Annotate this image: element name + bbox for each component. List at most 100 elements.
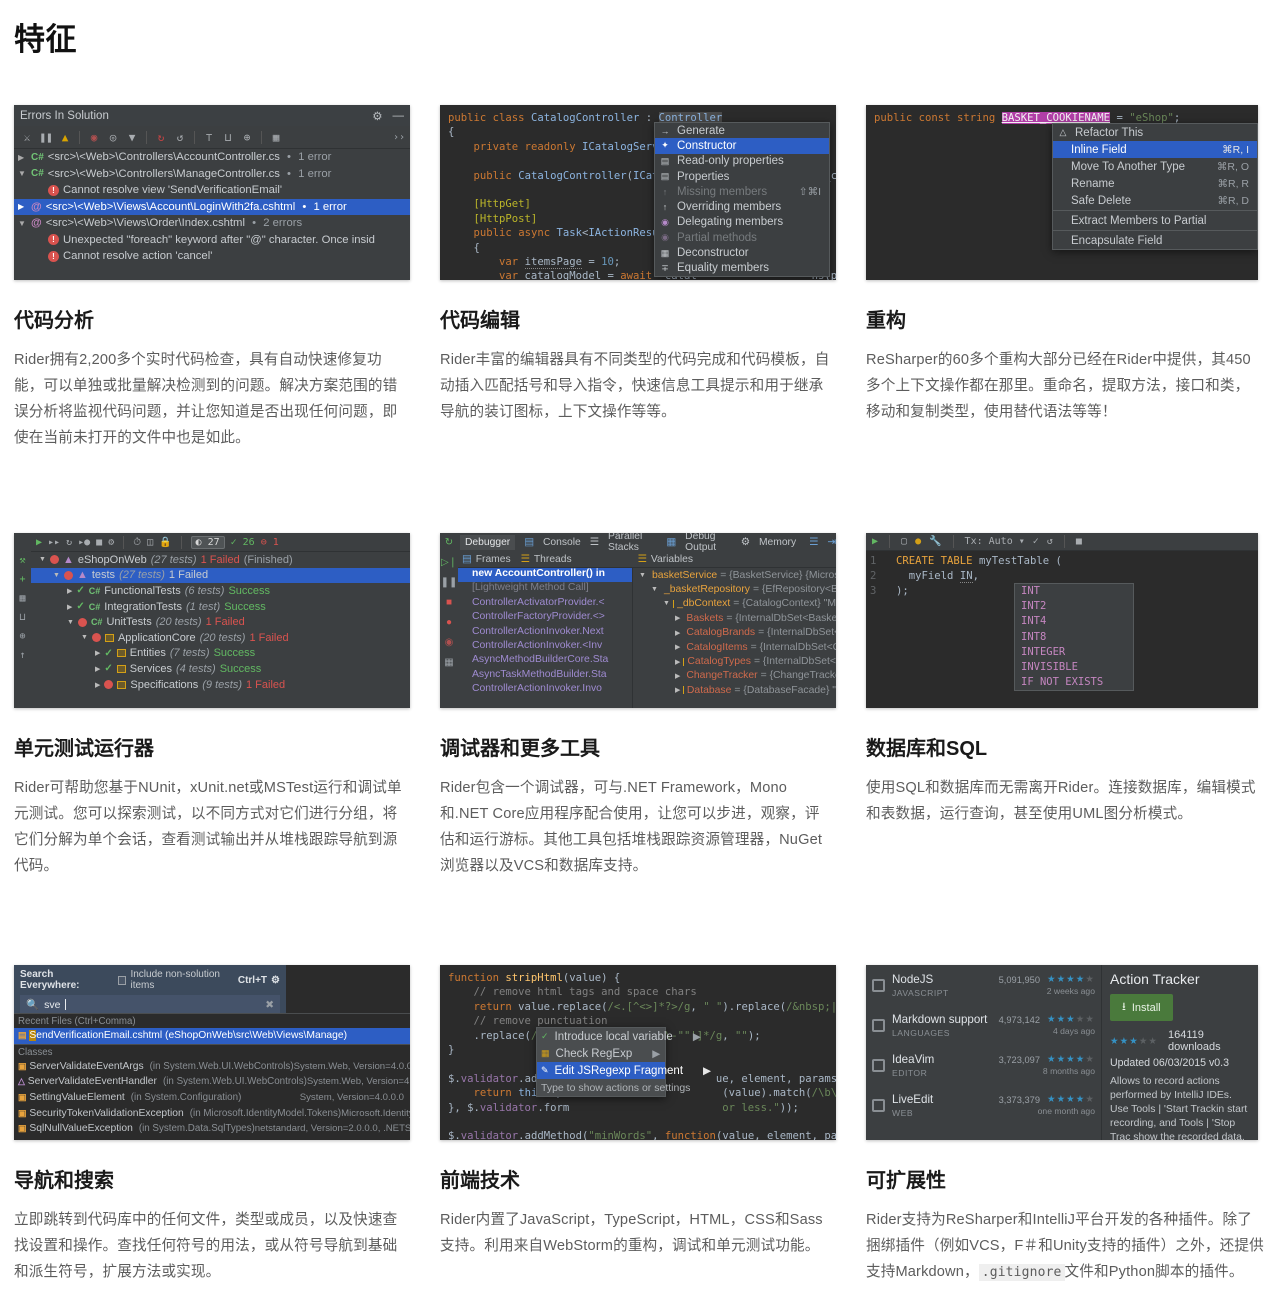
menu-item-properties[interactable]: ▤ Properties [655, 169, 829, 184]
sql-completion-popup[interactable]: INT INT2 INT4 INT8 INTEGER INVISIBLE IF … [1014, 583, 1134, 692]
refresh-alt-icon[interactable]: ↺ [172, 129, 188, 145]
expand-all-icon[interactable]: ⊔ [19, 612, 25, 623]
subtab-frames[interactable]: Frames [476, 554, 511, 565]
lock-icon[interactable]: 🔒 [159, 537, 171, 548]
collapse-triangle-icon[interactable]: ▼ [53, 572, 60, 579]
wrench-icon[interactable]: 🔧 [929, 536, 941, 547]
minimize-icon[interactable]: — [393, 110, 405, 122]
expand-triangle-icon[interactable]: ▶ [95, 665, 100, 673]
collapse-triangle-icon[interactable]: ▼ [39, 556, 46, 563]
rerun-icon[interactable]: ↻ [445, 537, 453, 548]
filter-icon[interactable]: ▼ [124, 129, 140, 145]
intention-actions-menu[interactable]: ✓ Introduce local variable ▶ ▦ Check RegExp… [536, 1027, 711, 1097]
error-row[interactable]: ▶ C# <src>\<Web>\Controllers\AccountCont… [14, 149, 410, 166]
gear-icon[interactable]: ⚙ [372, 109, 382, 123]
expand-triangle-icon[interactable]: ▶ [675, 629, 680, 637]
frame-row[interactable]: ControllerActionInvoker.<Inv [458, 640, 632, 654]
stop-icon[interactable]: ■ [1076, 536, 1082, 547]
run-icon[interactable]: ▶ [36, 537, 42, 548]
error-row[interactable]: ▼ @ <src>\<Web>\Views\Order\Index.cshtml… [14, 215, 410, 232]
refactor-context-menu[interactable]: △ Refactor This Inline Field ⌘R, I Move To… [1052, 123, 1258, 250]
collapse-triangle-icon[interactable]: ▼ [67, 619, 74, 626]
expand-triangle-icon[interactable]: ▶ [18, 153, 27, 162]
expand-triangle-icon[interactable]: ▶ [675, 658, 680, 666]
test-tree-row[interactable]: ▶ ✓ Services (4 tests) Success [31, 661, 410, 677]
error-detail-row[interactable]: ! Unexpected "foreach" keyword after "@"… [14, 232, 410, 249]
frame-row[interactable]: ControllerActionInvoker.Next [458, 626, 632, 640]
collapse-all-icon[interactable]: ⊕ [239, 129, 255, 145]
refresh-icon[interactable]: ↻ [153, 129, 169, 145]
menu-item-overriding-members[interactable]: ↑ Overriding members [655, 199, 829, 214]
tab-console[interactable]: Console [543, 537, 581, 548]
stop-icon[interactable]: ■ [446, 597, 452, 608]
variable-row[interactable]: ▶ Database = {DatabaseFacade} " [633, 683, 836, 697]
commit-icon[interactable]: ✓ [1033, 536, 1039, 547]
search-result-class[interactable]: ▣ SqlNullValueException (in System.Data.S… [14, 1121, 410, 1137]
completion-item[interactable]: INT [1015, 584, 1133, 599]
stop-icon[interactable]: ■ [96, 537, 102, 548]
variable-row[interactable]: ▼ _dbContext = {CatalogContext} "M [633, 597, 836, 611]
execute-icon[interactable]: ▶ [872, 536, 878, 547]
tab-memory[interactable]: Memory [759, 537, 796, 548]
frame-row[interactable]: ControllerActionInvoker.Invo [458, 683, 632, 697]
completion-item[interactable]: INT2 [1015, 599, 1133, 614]
arrow-up-icon[interactable]: ↑ [19, 650, 25, 661]
expand-triangle-icon[interactable]: ▶ [18, 202, 27, 211]
gear-icon[interactable]: ⚙ [271, 975, 280, 986]
collapse-triangle-icon[interactable]: ▼ [651, 586, 658, 593]
add-icon[interactable]: + [19, 574, 25, 585]
no-eye-icon[interactable]: ◉ [86, 129, 102, 145]
test-tree-row-selected[interactable]: ▼ ▲ tests (27 tests) 1 Failed [31, 567, 410, 584]
menu-item-partial-methods[interactable]: ◉ Partial methods [655, 230, 829, 245]
warning-icon[interactable]: ▲ [57, 129, 73, 145]
test-tree-row[interactable]: ▶ ✓ Entities (7 tests) Success [31, 646, 410, 662]
expand-triangle-icon[interactable]: ▶ [675, 672, 680, 680]
variable-row[interactable]: ▶ Baskets = {InternalDbSet<Baske [633, 611, 836, 625]
frame-row-selected[interactable]: new AccountController() in [458, 568, 632, 583]
search-input-value[interactable]: sve [44, 999, 60, 1011]
error-row[interactable]: ▼ C# <src>\<Web>\Controllers\ManageContr… [14, 166, 410, 183]
mute-breakpoints-icon[interactable]: ◉ [445, 637, 454, 648]
collapse-triangle-icon[interactable]: ▼ [639, 572, 646, 579]
copy-icon[interactable]: ▢ [901, 536, 907, 547]
menu-item-inline-field[interactable]: Inline Field ⌘R, I [1053, 141, 1257, 158]
expand-triangle-icon[interactable]: ▶ [675, 614, 680, 622]
clear-search-icon[interactable]: ✖ [265, 999, 274, 1011]
rerun-failed-icon[interactable]: ▸● [78, 537, 90, 548]
include-non-solution-checkbox[interactable] [118, 975, 127, 985]
frame-row[interactable]: AsyncTaskMethodBuilder.Sta [458, 669, 632, 683]
error-detail-row[interactable]: ! Cannot resolve action 'cancel' [14, 248, 410, 265]
expand-triangle-icon[interactable]: ▶ [675, 686, 680, 694]
test-tree-row[interactable]: ▼ ▲ eShopOnWeb (27 tests) 1 Failed (Finis… [31, 552, 410, 568]
rollback-icon[interactable]: ↺ [1047, 536, 1053, 547]
error-row-selected[interactable]: ▶ @ <src>\<Web>\Views\Account\LoginWith2… [14, 198, 410, 215]
completion-item[interactable]: INVISIBLE [1015, 660, 1133, 675]
variable-row[interactable]: ▶ CatalogTypes = {InternalDbSet< [633, 654, 836, 668]
menu-item-delegating-members[interactable]: ◉ Delegating members [655, 215, 829, 230]
plugin-list-item[interactable]: Markdown support LANGUAGES 4,973,142 ★★★… [866, 1005, 1101, 1045]
expand-triangle-icon[interactable]: ▶ [67, 603, 72, 611]
toolbar-overflow[interactable]: ›› [393, 132, 405, 143]
menu-item-constructor[interactable]: ✦ Constructor [655, 138, 829, 154]
breakpoint-icon[interactable]: ● [446, 617, 452, 628]
search-result-class[interactable]: ▣ SecurityTokenValidationException (in Mi… [14, 1105, 410, 1121]
menu-item-missing-members[interactable]: ↑ Missing members ⇧⌘I [655, 184, 829, 199]
menu-item-introduce-local-variable[interactable]: ✓ Introduce local variable ▶ [537, 1028, 701, 1045]
frame-row[interactable]: [Lightweight Method Call] [458, 582, 632, 596]
restore-layout-icon[interactable]: ⇥ [827, 536, 836, 548]
variable-row[interactable]: ▼ basketService = {BasketService} {Microso [633, 568, 836, 582]
layout-icon[interactable]: ▦ [444, 657, 453, 668]
tab-debug-output[interactable]: Debug Output [685, 533, 732, 553]
bug-icon[interactable]: ⚒ [19, 555, 25, 566]
test-tree-row[interactable]: ▶ ✓ C# IntegrationTests (1 test) Success [31, 599, 410, 615]
menu-item-encapsulate-field[interactable]: Encapsulate Field [1053, 232, 1257, 249]
subtab-threads[interactable]: Threads [534, 554, 572, 565]
settings-icon[interactable]: ⚙ [108, 537, 114, 548]
menu-item-safe-delete[interactable]: Safe Delete ⌘R, D [1053, 192, 1257, 209]
search-more-link[interactable]: ... more [14, 1137, 410, 1140]
plugin-list-item[interactable]: IdeaVim EDITOR 3,723,097 ★★★★★ 8 months … [866, 1045, 1101, 1085]
completion-item[interactable]: INT8 [1015, 630, 1133, 645]
variable-row[interactable]: ▶ CatalogBrands = {InternalDbSet< [633, 626, 836, 640]
run-all-icon[interactable]: ▸▸ [48, 537, 60, 548]
pause-icon[interactable]: ❚❚ [38, 129, 54, 145]
